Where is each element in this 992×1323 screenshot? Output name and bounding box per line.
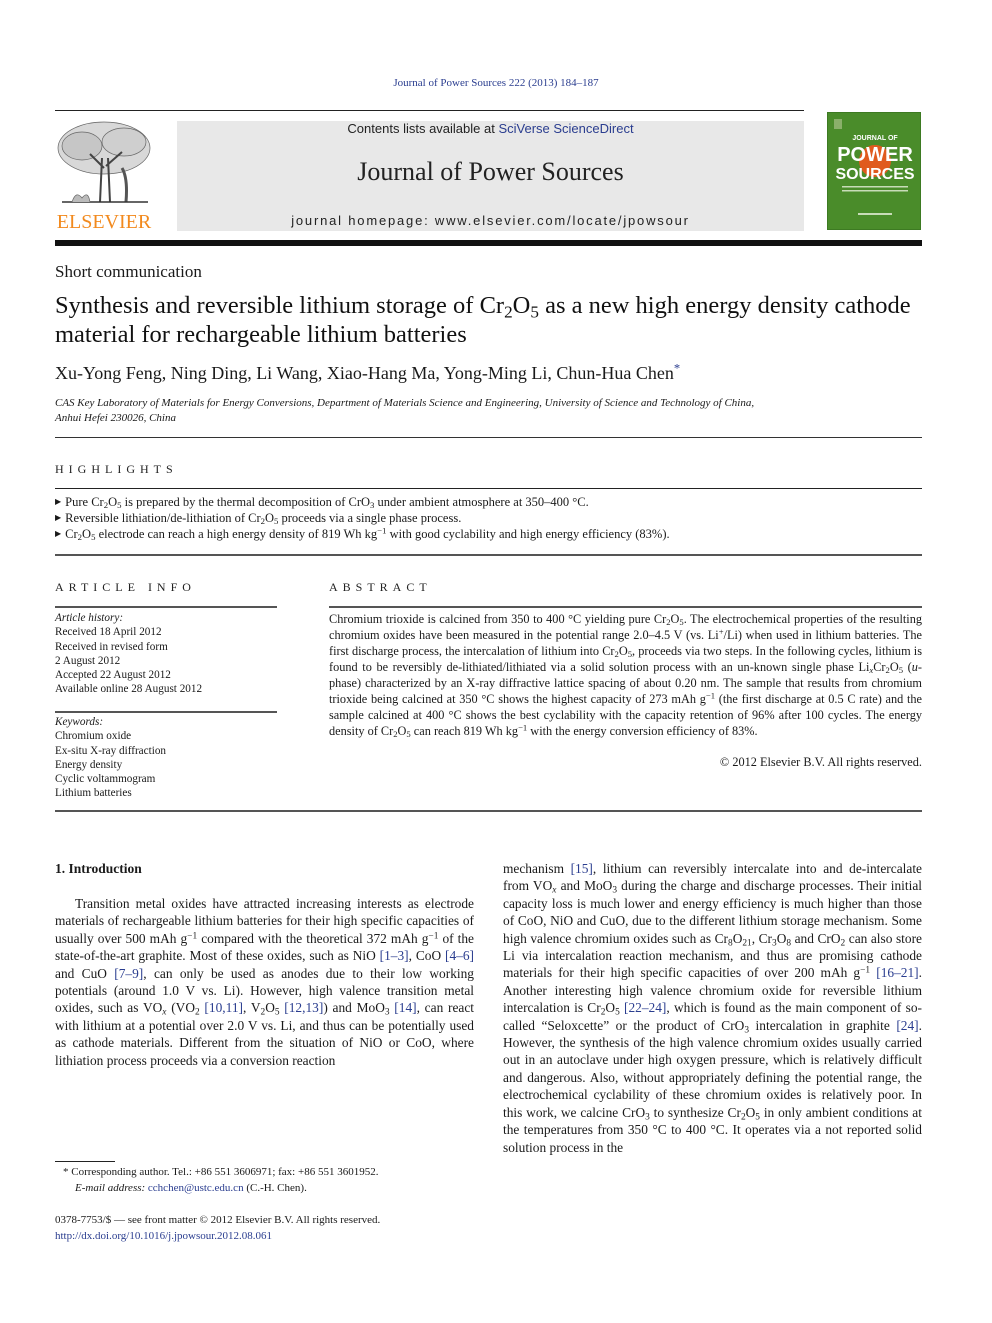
history-item: Received 18 April 2012 [55,626,162,639]
running-head-citation[interactable]: Journal of Power Sources 222 (2013) 184–… [0,77,992,89]
elsevier-wordmark: ELSEVIER [56,211,152,233]
highlights-heading: HIGHLIGHTS [55,462,178,476]
divider [55,810,922,812]
divider [55,554,922,556]
homepage-line: journal homepage: www.elsevier.com/locat… [177,213,804,228]
citation-link[interactable]: [16–21] [876,965,918,980]
history-item: Available online 28 August 2012 [55,683,203,696]
abstract-text: Chromium trioxide is calcined from 350 t… [329,612,922,740]
history-item: Received in revised form [55,640,168,653]
email-label: E-mail address: [75,1182,146,1194]
citation-link[interactable]: [12,13] [284,1000,323,1015]
cover-line2: POWER [837,144,913,166]
highlights-list: Pure Cr2O5 is prepared by the thermal de… [55,494,925,542]
keywords: Keywords: Chromium oxide Ex-situ X-ray d… [55,715,277,801]
email-suffix: (C.-H. Chen). [243,1182,307,1194]
email-link[interactable]: cchchen@ustc.edu.cn [148,1182,244,1194]
divider [55,437,922,438]
keyword: Energy density [55,758,123,771]
affiliation: CAS Key Laboratory of Materials for Ener… [55,396,925,425]
cover-line3: SOURCES [835,166,914,183]
citation-link[interactable]: [1–3] [380,948,409,963]
author-list: Xu-Yong Feng, Ning Ding, Li Wang, Xiao-H… [55,362,680,384]
citation-link[interactable]: [15] [571,861,593,876]
homepage-url[interactable]: www.elsevier.com/locate/jpowsour [435,213,690,228]
history-label: Article history: [55,612,124,624]
keyword: Chromium oxide [55,730,132,743]
section-heading-introduction: 1. Introduction [55,861,142,876]
citation-link[interactable]: [4–6] [445,948,474,963]
divider [55,606,277,608]
abstract-heading: ABSTRACT [329,580,432,594]
journal-title: Journal of Power Sources [357,157,624,186]
keyword: Ex-situ X-ray diffraction [55,744,167,757]
corresponding-author-mark[interactable]: * [674,362,680,376]
contents-prefix: Contents lists available at [347,121,499,136]
journal-header-box: Contents lists available at SciVerse Sci… [177,121,804,231]
article-info-heading: ARTICLE INFO [55,580,196,594]
abstract-copyright: © 2012 Elsevier B.V. All rights reserved… [719,755,922,769]
body-column-left: Transition metal oxides have attracted i… [55,896,475,1068]
keywords-label: Keywords: [55,716,104,728]
article-history: Article history: Received 18 April 2012 … [55,611,277,697]
issn-block: 0378-7753/$ — see front matter © 2012 El… [55,1212,485,1244]
sciencedirect-link[interactable]: SciVerse ScienceDirect [498,121,633,136]
footnote-rule [55,1161,115,1162]
article-title: Synthesis and reversible lithium storage… [55,292,911,348]
divider [329,606,922,608]
journal-cover-thumbnail[interactable]: JOURNAL OF POWER SOURCES [827,112,921,230]
tree-icon [52,118,156,210]
journal-cover-image: JOURNAL OF POWER SOURCES [828,113,920,229]
contents-line: Contents lists available at SciVerse Sci… [177,121,804,136]
footnote: * Corresponding author. Tel.: +86 551 36… [55,1164,485,1196]
doi-link[interactable]: http://dx.doi.org/10.1016/j.jpowsour.201… [55,1230,272,1242]
history-item: Accepted 22 August 2012 [55,669,171,682]
footnote-text: Corresponding author. Tel.: +86 551 3606… [68,1166,379,1178]
affiliation-line: Anhui Hefei 230026, China [55,411,176,424]
cover-line1: JOURNAL OF [852,135,898,142]
citation-link[interactable]: [24] [896,1018,918,1033]
citation-link[interactable]: [10,11] [204,1000,243,1015]
article-type: Short communication [55,262,202,281]
citation-link[interactable]: [14] [394,1000,416,1015]
highlight-item: Pure Cr2O5 is prepared by the thermal de… [55,494,925,510]
divider [55,488,922,489]
keyword: Lithium batteries [55,787,132,800]
citation-link[interactable]: [22–24] [624,1000,666,1015]
body-column-right: mechanism [15], lithium can reversibly i… [503,861,923,1155]
affiliation-line: CAS Key Laboratory of Materials for Ener… [55,397,755,409]
header-thick-rule [55,240,922,246]
homepage-prefix: journal homepage: [291,213,435,228]
keyword: Cyclic voltammogram [55,773,156,786]
divider [55,711,277,713]
header-rule [55,110,804,111]
highlight-item: Cr2O5 electrode can reach a high energy … [55,526,925,542]
citation-link[interactable]: [7–9] [114,966,143,981]
issn-line: 0378-7753/$ — see front matter © 2012 El… [55,1214,381,1226]
authors-text: Xu-Yong Feng, Ning Ding, Li Wang, Xiao-H… [55,363,674,383]
history-item: 2 August 2012 [55,654,121,667]
highlight-item: Reversible lithiation/de-lithiation of C… [55,510,925,526]
